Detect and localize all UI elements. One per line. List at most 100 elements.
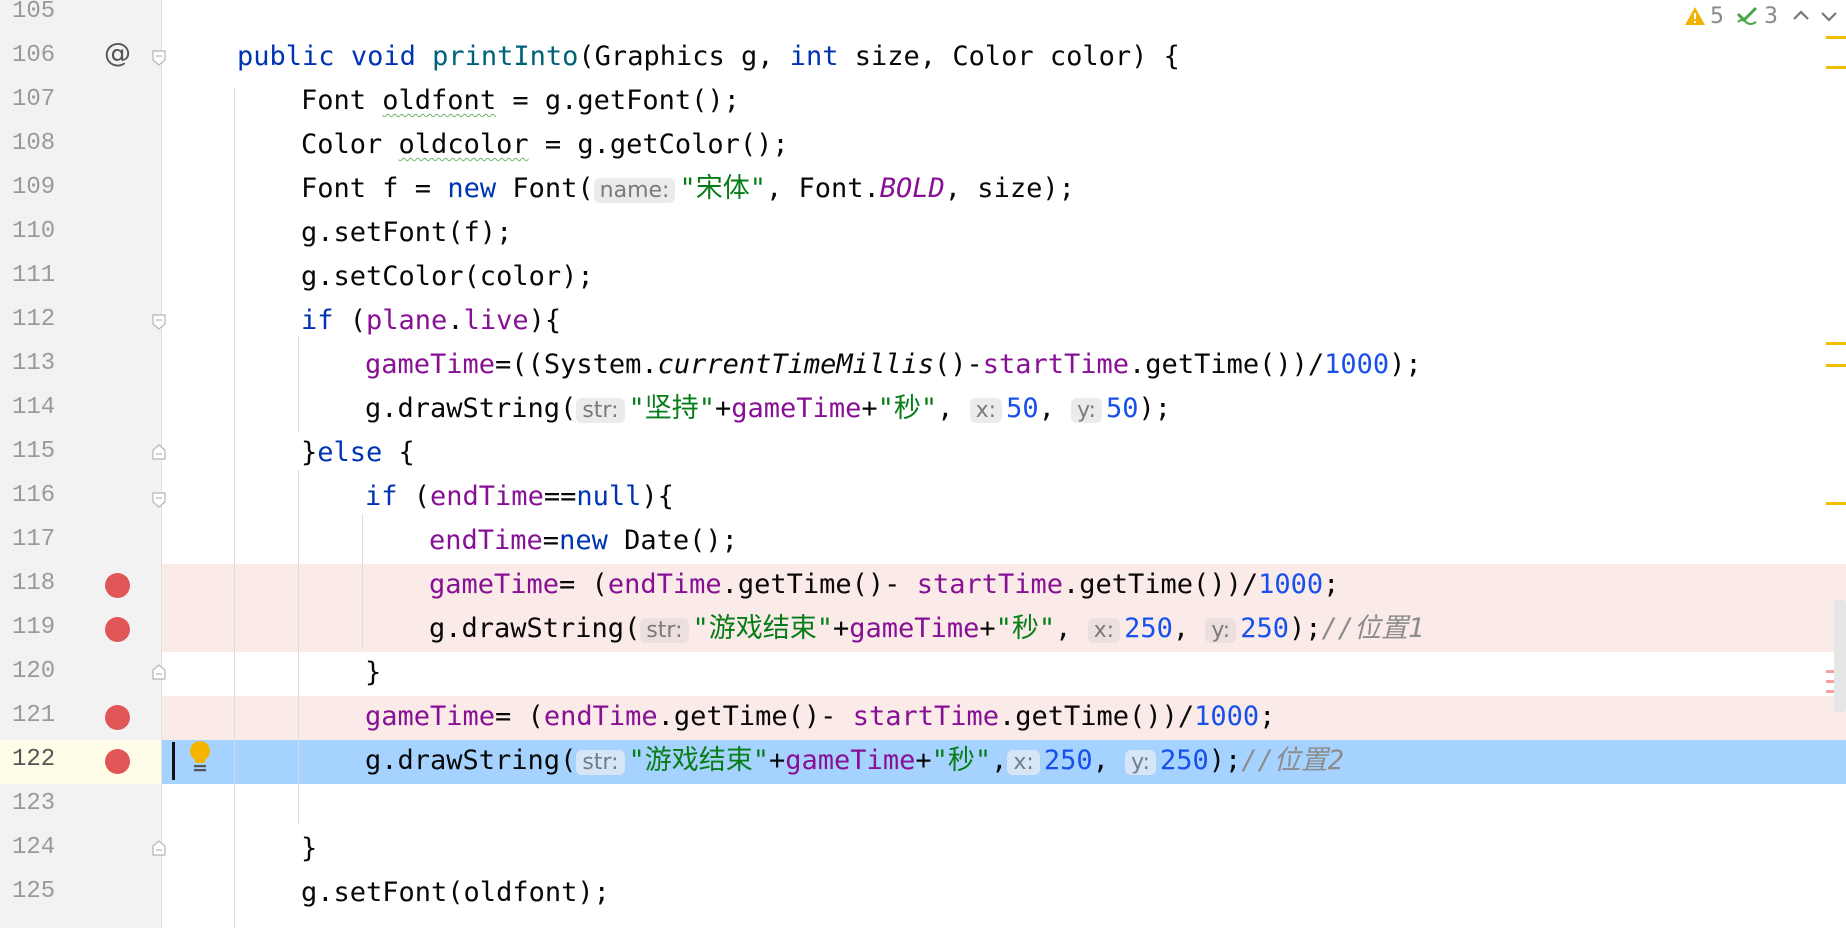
- code-token: Font f =: [301, 173, 448, 204]
- breakpoint-icon[interactable]: [105, 573, 130, 598]
- lightbulb-intention-icon[interactable]: [188, 740, 212, 774]
- code-text: g.setColor(color);: [301, 261, 594, 292]
- keyword: public: [237, 41, 335, 72]
- parameter-hint: name:: [593, 178, 676, 203]
- string-literal: "秒": [877, 393, 938, 424]
- gutter-line-121[interactable]: 121: [0, 696, 161, 740]
- gutter-line-119[interactable]: 119: [0, 608, 161, 652]
- field: plane: [366, 305, 448, 336]
- code-line-125[interactable]: g.setFont(oldfont);: [162, 872, 1846, 916]
- gutter-line-113[interactable]: 113: [0, 344, 161, 388]
- warning-stripe-mark[interactable]: [1826, 502, 1846, 505]
- chevron-up-icon[interactable]: [1790, 5, 1812, 27]
- code-token: (: [333, 305, 367, 336]
- code-line-109[interactable]: Font f = new Font(name: "宋体", Font.BOLD, …: [162, 168, 1846, 212]
- gutter-line-115[interactable]: 115: [0, 432, 161, 476]
- chevron-down-icon[interactable]: [1818, 5, 1840, 27]
- warnings-group[interactable]: 5: [1684, 4, 1724, 29]
- code-token: Font: [301, 85, 383, 116]
- gutter-line-120[interactable]: 120: [0, 652, 161, 696]
- code-token: Color: [301, 129, 399, 160]
- code-token: ,: [1055, 613, 1088, 644]
- fold-collapse-icon[interactable]: [152, 492, 166, 508]
- gutter-line-116[interactable]: 116: [0, 476, 161, 520]
- warning-stripe-mark[interactable]: [1826, 36, 1846, 39]
- string-literal: "秒": [995, 613, 1056, 644]
- warnings-count: 5: [1710, 3, 1724, 29]
- gutter-line-112[interactable]: 112: [0, 300, 161, 344]
- warning-stripe-mark[interactable]: [1826, 364, 1846, 367]
- fold-end-icon[interactable]: [152, 664, 166, 680]
- code-line-115[interactable]: }else {: [162, 432, 1846, 476]
- code-line-110[interactable]: g.setFont(f);: [162, 212, 1846, 256]
- code-token: ,: [1172, 613, 1206, 644]
- gutter-line-106[interactable]: 106 @: [0, 36, 161, 80]
- code-line-114[interactable]: g.drawString(str: "坚持"+gameTime+"秒", x: 50…: [162, 388, 1846, 432]
- code-token: .getTime())/: [1129, 349, 1325, 380]
- gutter-line-125[interactable]: 125: [0, 872, 161, 916]
- fold-collapse-icon[interactable]: [152, 50, 166, 66]
- code-line-124[interactable]: }: [162, 828, 1846, 872]
- weak-warnings-group[interactable]: 3: [1736, 4, 1778, 29]
- unused-variable-warning[interactable]: oldfont: [382, 85, 496, 116]
- breakpoint-icon[interactable]: [105, 705, 130, 730]
- gutter-line-118[interactable]: 118: [0, 564, 161, 608]
- fold-collapse-icon[interactable]: [152, 314, 166, 330]
- gutter-line-114[interactable]: 114: [0, 388, 161, 432]
- code-line-112[interactable]: if (plane.live){: [162, 300, 1846, 344]
- code-token: {: [382, 437, 415, 468]
- gutter-line-124[interactable]: 124: [0, 828, 161, 872]
- code-line-121[interactable]: gameTime= (endTime.getTime()- startTime.…: [162, 696, 1846, 740]
- code-line-119[interactable]: g.drawString(str: "游戏结束"+gameTime+"秒", x:…: [162, 608, 1846, 652]
- code-text: }: [365, 657, 382, 688]
- code-token: );: [1138, 393, 1171, 424]
- parameter-hint: str:: [576, 398, 625, 423]
- warning-stripe-mark[interactable]: [1826, 66, 1846, 69]
- gutter-line-107[interactable]: 107: [0, 80, 161, 124]
- gutter-line-117[interactable]: 117: [0, 520, 161, 564]
- code-text: Font oldfont = g.getFont();: [301, 84, 740, 118]
- code-line-111[interactable]: g.setColor(color);: [162, 256, 1846, 300]
- gutter-line-105[interactable]: 105: [0, 0, 161, 36]
- warning-triangle-icon: [1685, 7, 1705, 25]
- code-token: ,: [991, 745, 1008, 776]
- gutter-line-110[interactable]: 110: [0, 212, 161, 256]
- breakpoint-icon[interactable]: [105, 617, 130, 642]
- code-line-106[interactable]: public void printInto(Graphics g, int si…: [162, 36, 1846, 80]
- gutter-line-122[interactable]: 122: [0, 740, 161, 784]
- vertical-scrollbar-thumb[interactable]: [1834, 600, 1846, 712]
- line-comment: //位置1: [1321, 613, 1425, 644]
- parameter-hint: y:: [1071, 398, 1102, 423]
- code-line-118[interactable]: gameTime= (endTime.getTime()- startTime.…: [162, 564, 1846, 608]
- gutter-line-123[interactable]: 123: [0, 784, 161, 828]
- code-line-120[interactable]: }: [162, 652, 1846, 696]
- code-line-116[interactable]: if (endTime==null){: [162, 476, 1846, 520]
- override-at-icon[interactable]: @: [104, 38, 131, 69]
- unused-variable-warning[interactable]: oldcolor: [399, 129, 529, 160]
- breakpoint-icon[interactable]: [105, 749, 130, 774]
- code-line-107[interactable]: Font oldfont = g.getFont();: [162, 80, 1846, 124]
- field: gameTime: [731, 393, 862, 424]
- code-line-122[interactable]: g.drawString(str: "游戏结束"+gameTime+"秒", x: 2…: [162, 740, 1846, 784]
- code-line-113[interactable]: gameTime=((System.currentTimeMillis()-st…: [162, 344, 1846, 388]
- gutter-line-108[interactable]: 108: [0, 124, 161, 168]
- fold-end-icon[interactable]: [152, 444, 166, 460]
- code-text: Color oldcolor = g.getColor();: [301, 128, 789, 162]
- line-number: 122: [12, 746, 56, 773]
- code-token: g.drawString(: [429, 613, 641, 644]
- parameter-hint: x:: [1087, 618, 1121, 643]
- warning-stripe-mark[interactable]: [1826, 342, 1846, 345]
- code-line-108[interactable]: Color oldcolor = g.getColor();: [162, 124, 1846, 168]
- gutter-line-111[interactable]: 111: [0, 256, 161, 300]
- indent-guide: [298, 336, 299, 432]
- line-number: 125: [12, 878, 56, 905]
- code-text: gameTime= (endTime.getTime()- startTime.…: [365, 700, 1275, 734]
- string-literal: "游戏结束": [628, 745, 770, 776]
- parameter-hint: y:: [1125, 750, 1156, 775]
- fold-end-icon[interactable]: [152, 840, 166, 856]
- inspections-widget[interactable]: 5 3: [1684, 0, 1846, 32]
- code-line-117[interactable]: endTime=new Date();: [162, 520, 1846, 564]
- gutter-line-109[interactable]: 109: [0, 168, 161, 212]
- number-literal: 250: [1240, 613, 1289, 644]
- code-token: .getTime())/: [1063, 569, 1259, 600]
